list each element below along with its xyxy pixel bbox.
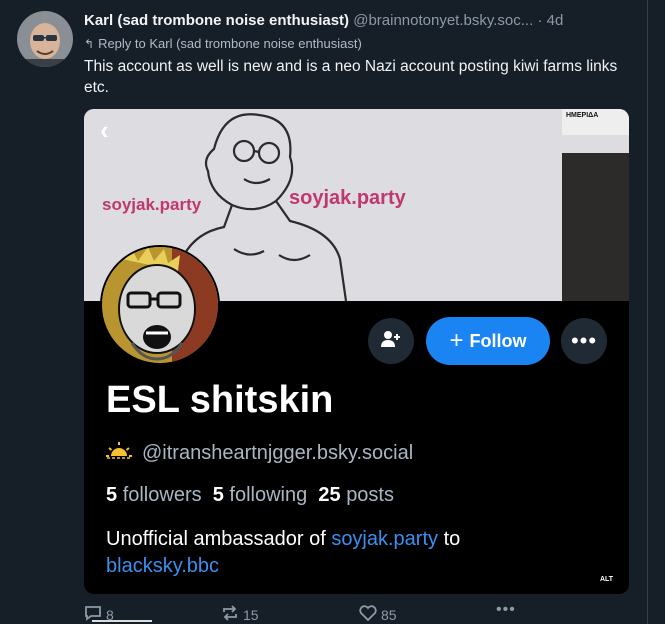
bio-prefix: Unofficial ambassador of (106, 528, 326, 550)
reply-to-text: Reply to Karl (sad trombone noise enthus… (98, 36, 362, 51)
add-to-list-button[interactable] (368, 318, 414, 364)
profile-handle: @itransheartnjgger.bsky.social (142, 441, 414, 464)
repost-count: 15 (243, 606, 259, 623)
like-icon (359, 605, 377, 624)
posts-label: posts (346, 484, 394, 506)
repost-button[interactable]: 15 (221, 605, 259, 624)
profile-avatar[interactable] (100, 245, 220, 365)
like-button[interactable]: 85 (359, 605, 397, 624)
like-count: 85 (381, 606, 397, 623)
post-timestamp[interactable]: 4d (547, 12, 564, 29)
newspaper-logo: ΗΜΕΡΙΔΑ (562, 109, 629, 135)
follow-button[interactable]: + Follow (426, 317, 550, 365)
profile-stats: 5 followers 5 following 25 posts (106, 484, 394, 507)
banner-text-left: soyjak.party (102, 195, 202, 214)
author-handle[interactable]: @brainnotonyet.bsky.soc... (353, 12, 533, 29)
followers-count: 5 (106, 484, 118, 506)
more-options-button[interactable]: ••• (561, 318, 607, 364)
following-label: following (229, 484, 308, 506)
plus-icon: + (449, 327, 464, 354)
repost-icon (221, 605, 239, 624)
post-text: This account as well is new and is a neo… (84, 58, 618, 96)
embedded-screenshot[interactable]: ‹ soyjak.party soyjak.party ΗΜΕΡΙΔΑ + Fo… (84, 109, 629, 594)
author-name[interactable]: Karl (sad trombone noise enthusiast) (84, 12, 349, 29)
active-indicator (92, 620, 152, 622)
author-avatar[interactable] (17, 11, 73, 67)
post-header: Karl (sad trombone noise enthusiast) @br… (84, 11, 632, 31)
reply-arrow-icon: ↰ (84, 37, 95, 51)
more-icon: ••• (496, 601, 516, 618)
sun-icon (106, 441, 132, 465)
add-person-icon (381, 330, 401, 353)
more-icon: ••• (570, 328, 598, 353)
reply-to-line[interactable]: ↰ Reply to Karl (sad trombone noise enthu… (84, 35, 362, 53)
post-more-button[interactable]: ••• (496, 601, 516, 619)
profile-bio: Unofficial ambassador of soyjak.party to… (106, 526, 606, 580)
bio-mid: to (443, 528, 461, 550)
banner-dark-object (562, 153, 629, 301)
alt-text-badge[interactable]: ALT (598, 575, 616, 584)
post-actions: 8 15 85 ••• (84, 601, 629, 624)
meta-separator: · (537, 12, 543, 29)
column-border (647, 0, 648, 624)
bio-link-soyjak[interactable]: soyjak.party (331, 528, 438, 550)
following-count: 5 (212, 484, 224, 506)
followers-label: followers (122, 484, 202, 506)
back-chevron-icon[interactable]: ‹ (100, 115, 109, 146)
profile-display-name: ESL shitskin (106, 379, 334, 421)
follow-label: Follow (469, 330, 527, 351)
posts-count: 25 (318, 484, 341, 506)
banner-text-right: soyjak.party (289, 187, 406, 209)
profile-handle-row: @itransheartnjgger.bsky.social (106, 441, 413, 465)
bio-link-blacksky[interactable]: blacksky.bbc (106, 555, 219, 577)
